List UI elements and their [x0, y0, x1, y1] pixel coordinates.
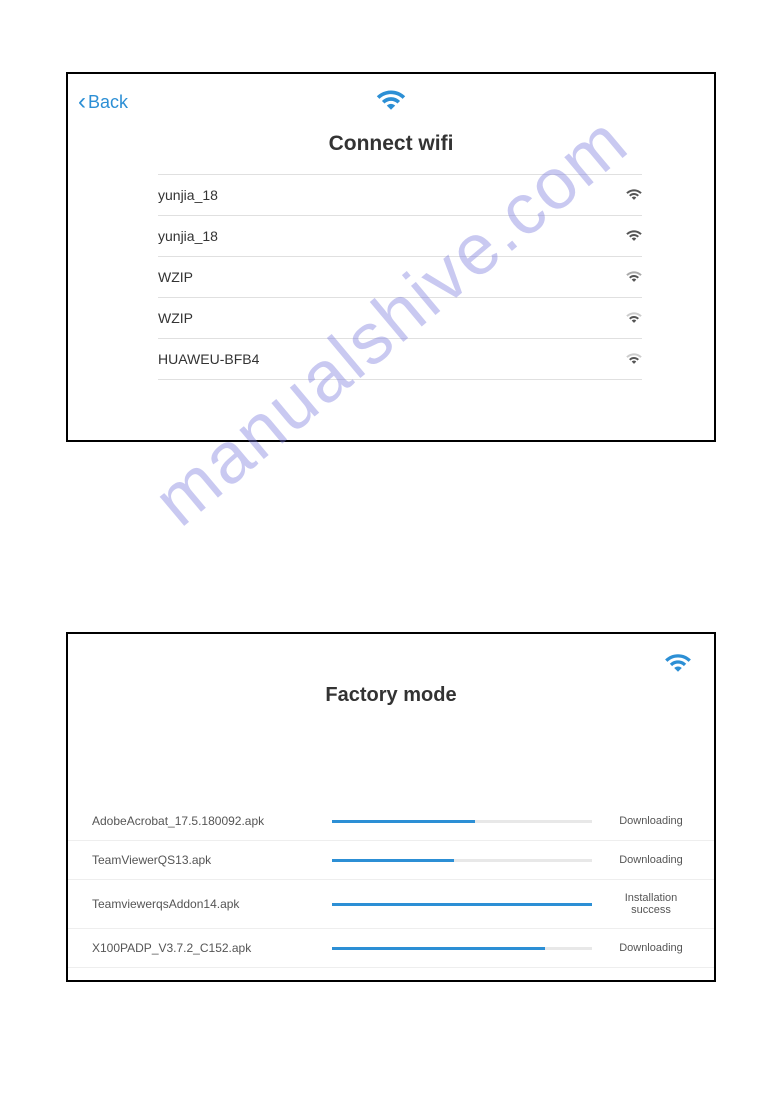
chevron-left-icon: ‹: [78, 88, 86, 116]
back-label: Back: [88, 92, 128, 113]
download-list: AdobeAcrobat_17.5.180092.apkDownloadingT…: [68, 802, 714, 968]
download-filename: TeamviewerqsAddon14.apk: [92, 897, 332, 911]
progress-bar: [332, 903, 592, 906]
download-status: Downloading: [612, 942, 690, 954]
wifi-network-item[interactable]: WZIP: [158, 298, 642, 339]
wifi-ssid: yunjia_18: [158, 228, 218, 244]
download-status: Downloading: [612, 815, 690, 827]
progress-fill: [332, 903, 592, 906]
panel-title: Factory mode: [68, 684, 714, 707]
download-filename: X100PADP_V3.7.2_C152.apk: [92, 941, 332, 955]
wifi-network-list: yunjia_18 yunjia_18 WZIP WZIP HUAWEU-BFB4: [68, 174, 714, 380]
wifi-signal-icon: [626, 187, 642, 203]
download-filename: TeamViewerQS13.apk: [92, 853, 332, 867]
wifi-signal-icon: [626, 228, 642, 244]
progress-bar: [332, 947, 592, 950]
connect-wifi-panel: ‹ Back Connect wifi yunjia_18 yunjia_18 WZ…: [66, 72, 716, 442]
download-status: Installation success: [612, 892, 690, 916]
wifi-network-item[interactable]: HUAWEU-BFB4: [158, 339, 642, 380]
factory-mode-panel: Factory mode AdobeAcrobat_17.5.180092.ap…: [66, 632, 716, 982]
wifi-ssid: HUAWEU-BFB4: [158, 351, 259, 367]
wifi-signal-icon: [626, 269, 642, 285]
progress-fill: [332, 859, 454, 862]
wifi-network-item[interactable]: yunjia_18: [158, 174, 642, 216]
panel-title: Connect wifi: [68, 132, 714, 156]
wifi-icon: [376, 88, 406, 115]
download-filename: AdobeAcrobat_17.5.180092.apk: [92, 814, 332, 828]
wifi-ssid: WZIP: [158, 310, 193, 326]
download-status: Downloading: [612, 854, 690, 866]
wifi-ssid: yunjia_18: [158, 187, 218, 203]
progress-fill: [332, 947, 545, 950]
download-item: TeamViewerQS13.apk Downloading: [68, 841, 714, 880]
wifi-signal-icon: [626, 310, 642, 326]
wifi-ssid: WZIP: [158, 269, 193, 285]
download-item: X100PADP_V3.7.2_C152.apk Downloading: [68, 929, 714, 968]
wifi-signal-icon: [626, 351, 642, 367]
download-item: TeamviewerqsAddon14.apk Installation succ…: [68, 880, 714, 929]
download-item: AdobeAcrobat_17.5.180092.apk Downloading: [68, 802, 714, 841]
progress-bar: [332, 820, 592, 823]
wifi-network-item[interactable]: yunjia_18: [158, 216, 642, 257]
progress-bar: [332, 859, 592, 862]
back-button[interactable]: ‹ Back: [78, 88, 128, 116]
progress-fill: [332, 820, 475, 823]
wifi-icon: [664, 652, 692, 677]
wifi-network-item[interactable]: WZIP: [158, 257, 642, 298]
